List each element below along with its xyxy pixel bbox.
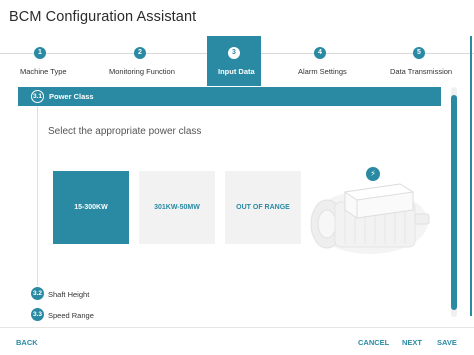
app-title: BCM Configuration Assistant xyxy=(9,9,197,25)
section-header-power-class[interactable]: 3.1 Power Class xyxy=(18,87,441,106)
subsection-label: Shaft Height xyxy=(48,290,90,299)
subsection-number: 3.2 xyxy=(31,287,44,300)
save-button[interactable]: SAVE xyxy=(437,338,457,347)
power-bolt-icon: ⚡ xyxy=(366,167,380,181)
step-machine-type[interactable]: 1 Machine Type xyxy=(0,36,82,86)
scrollbar-thumb[interactable] xyxy=(451,95,457,310)
subsection-label: Speed Range xyxy=(48,311,94,320)
step-label: Monitoring Function xyxy=(109,67,175,76)
section-prompt: Select the appropriate power class xyxy=(48,126,202,137)
step-number: 3 xyxy=(228,47,240,59)
step-label: Input Data xyxy=(218,67,255,76)
step-data-transmission[interactable]: 5 Data Transmission xyxy=(385,36,455,86)
step-label: Data Transmission xyxy=(390,67,453,76)
step-number: 5 xyxy=(413,47,425,59)
subsection-number: 3.3 xyxy=(31,308,44,321)
section-title: Power Class xyxy=(49,92,94,101)
step-alarm-settings[interactable]: 4 Alarm Settings xyxy=(285,36,355,86)
step-label: Machine Type xyxy=(20,67,67,76)
step-number: 2 xyxy=(134,47,146,59)
option-out-of-range[interactable]: OUT OF RANGE xyxy=(225,171,301,244)
stepper: 1 Machine Type 2 Monitoring Function 3 I… xyxy=(0,36,474,86)
option-15-300kw[interactable]: 15-300KW xyxy=(53,171,129,244)
next-button[interactable]: NEXT xyxy=(402,338,422,347)
footer-divider xyxy=(0,327,474,328)
cancel-button[interactable]: CANCEL xyxy=(358,338,389,347)
back-button[interactable]: BACK xyxy=(16,338,38,347)
step-input-data[interactable]: 3 Input Data xyxy=(207,36,261,86)
section-connector-line xyxy=(37,106,38,286)
step-label: Alarm Settings xyxy=(298,67,347,76)
option-301kw-50mw[interactable]: 301KW-50MW xyxy=(139,171,215,244)
section-number: 3.1 xyxy=(31,90,44,103)
right-edge-accent xyxy=(470,36,472,316)
step-number: 1 xyxy=(34,47,46,59)
step-monitoring-function[interactable]: 2 Monitoring Function xyxy=(100,36,182,86)
step-number: 4 xyxy=(314,47,326,59)
